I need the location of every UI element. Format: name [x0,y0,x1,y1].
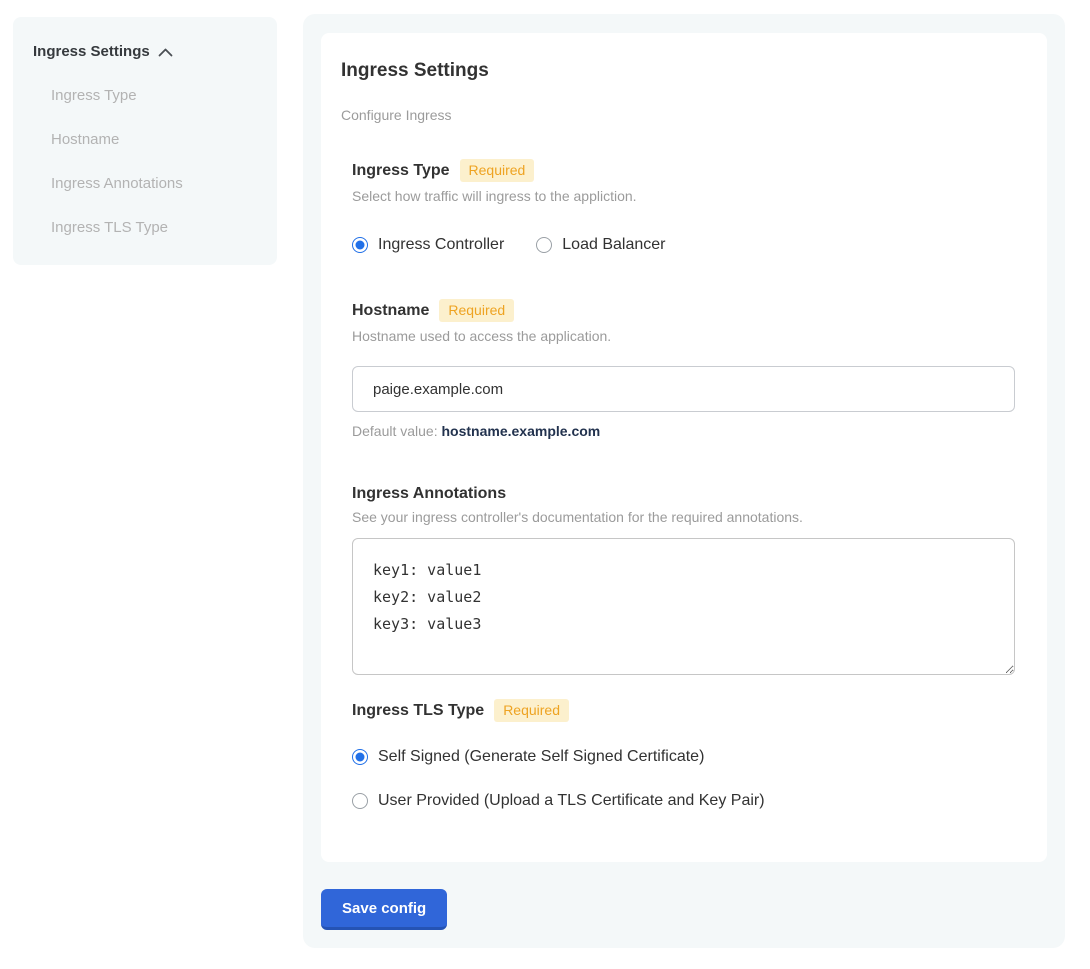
required-badge: Required [460,159,535,182]
radio-selected-icon [352,749,368,765]
default-value-prefix: Default value: [352,423,442,439]
ingress-type-radio-group: Ingress Controller Load Balancer [352,236,1017,254]
config-nav-sidebar: Ingress Settings Ingress Type Hostname I… [13,17,277,265]
radio-self-signed[interactable]: Self Signed (Generate Self Signed Certif… [352,748,1017,766]
radio-label: Ingress Controller [378,236,504,254]
sidebar-item-ingress-tls-type[interactable]: Ingress TLS Type [51,219,257,236]
radio-ingress-controller[interactable]: Ingress Controller [352,236,504,254]
radio-load-balancer[interactable]: Load Balancer [536,236,665,254]
sidebar-item-hostname[interactable]: Hostname [51,131,257,148]
radio-label: Self Signed (Generate Self Signed Certif… [378,748,704,766]
radio-label: User Provided (Upload a TLS Certificate … [378,792,765,810]
annotations-help: See your ingress controller's documentat… [352,509,1017,525]
ingress-type-label: Ingress Type [352,162,450,180]
page-title: Ingress Settings [341,60,1017,82]
annotations-label: Ingress Annotations [352,485,506,503]
config-main-panel: Ingress Settings Configure Ingress Ingre… [303,14,1065,948]
radio-unselected-icon [352,793,368,809]
section-ingress-type: Ingress Type Required Select how traffic… [352,159,1017,254]
tls-type-label: Ingress TLS Type [352,702,484,720]
sidebar-item-ingress-type[interactable]: Ingress Type [51,87,257,104]
sidebar-item-list: Ingress Type Hostname Ingress Annotation… [33,87,257,236]
required-badge: Required [494,699,569,722]
radio-selected-icon [352,237,368,253]
required-badge: Required [439,299,514,322]
radio-label: Load Balancer [562,236,665,254]
annotations-textarea[interactable]: key1: value1 key2: value2 key3: value3 [352,538,1015,675]
section-hostname: Hostname Required Hostname used to acces… [352,299,1017,439]
sidebar-group-label: Ingress Settings [33,43,150,60]
group-description: Configure Ingress [341,107,1017,123]
radio-user-provided[interactable]: User Provided (Upload a TLS Certificate … [352,792,1017,810]
hostname-input[interactable] [352,366,1015,412]
default-value-text: hostname.example.com [442,423,601,439]
chevron-up-icon [158,48,173,57]
save-config-button[interactable]: Save config [321,889,447,930]
section-ingress-annotations: Ingress Annotations See your ingress con… [352,485,1017,680]
sidebar-group-ingress-settings[interactable]: Ingress Settings [33,43,257,60]
hostname-label: Hostname [352,302,429,320]
ingress-type-help: Select how traffic will ingress to the a… [352,188,1017,204]
sidebar-item-ingress-annotations[interactable]: Ingress Annotations [51,175,257,192]
section-ingress-tls-type: Ingress TLS Type Required Self Signed (G… [352,699,1017,810]
config-group-card: Ingress Settings Configure Ingress Ingre… [321,33,1047,862]
radio-unselected-icon [536,237,552,253]
hostname-help: Hostname used to access the application. [352,328,1017,344]
hostname-default-value: Default value: hostname.example.com [352,423,1017,439]
